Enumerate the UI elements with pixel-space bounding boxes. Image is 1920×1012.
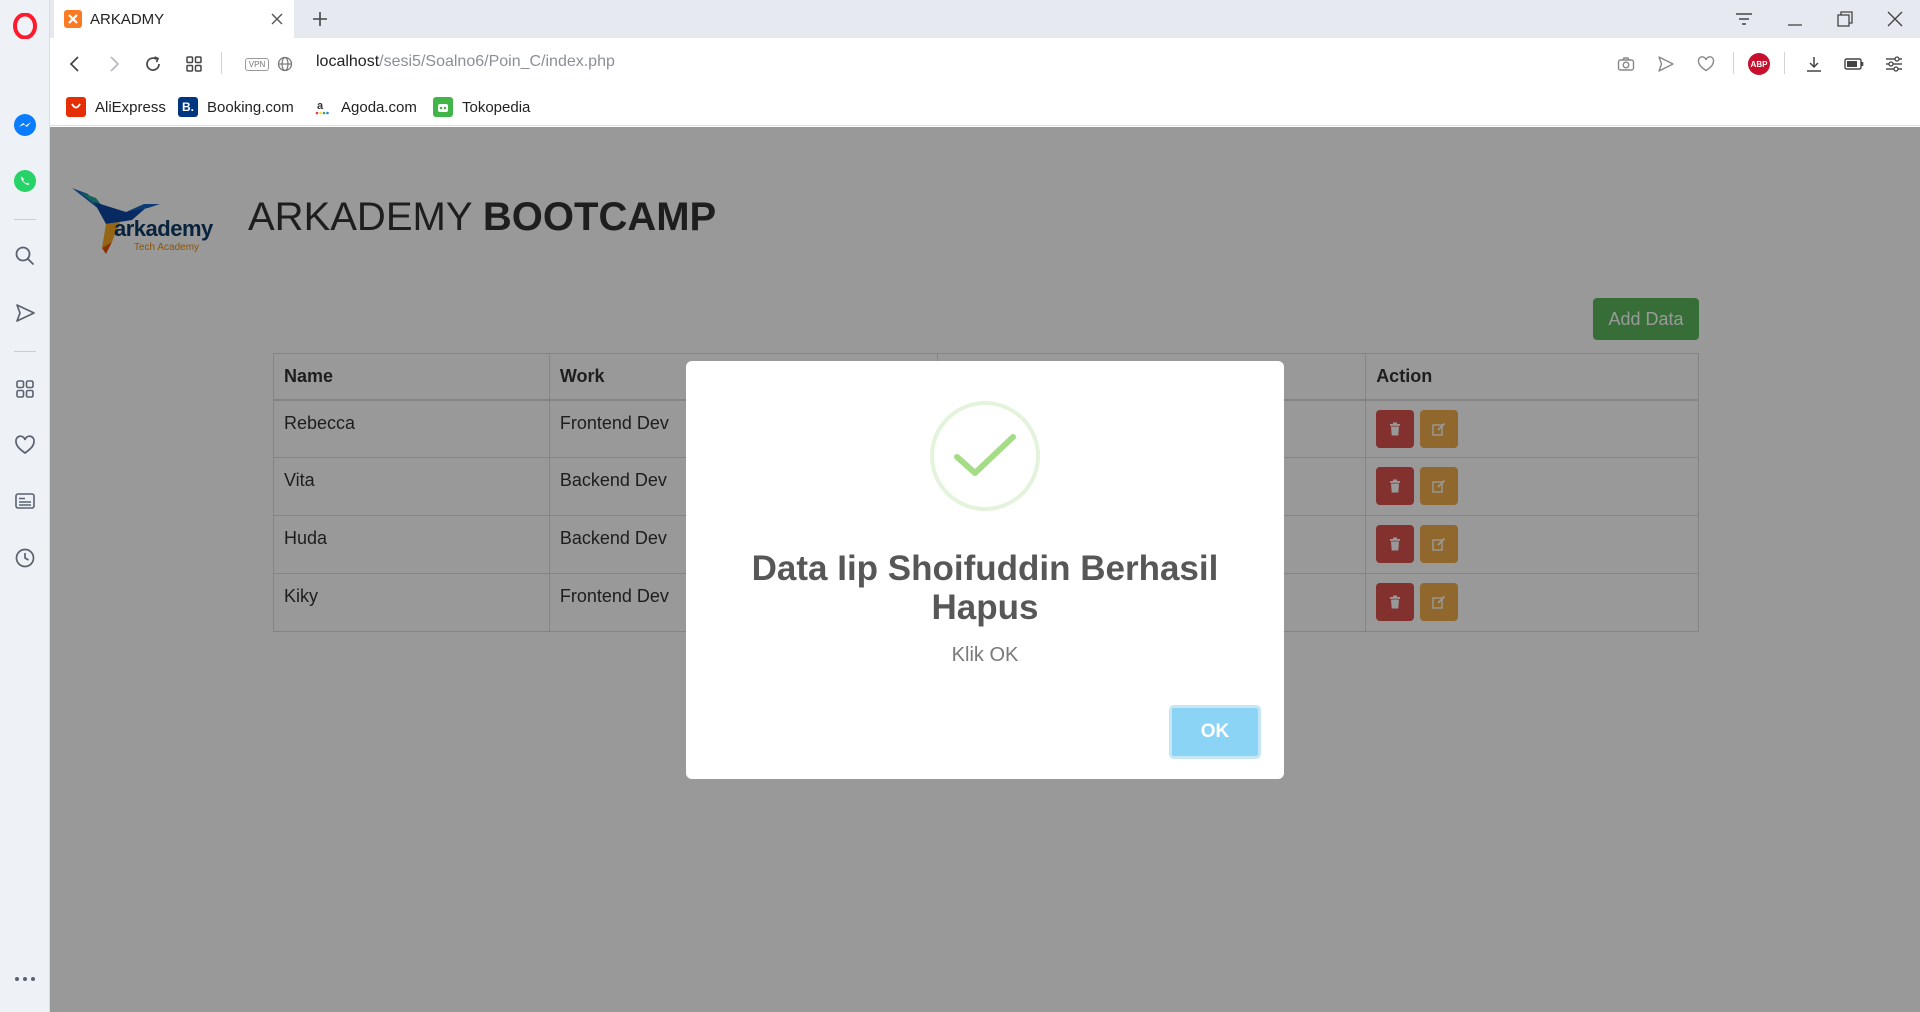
back-icon[interactable]	[60, 49, 90, 79]
send-to-flow-icon[interactable]	[1651, 49, 1681, 79]
tabs-grid-icon[interactable]	[179, 49, 209, 79]
bookmark-label: Agoda.com	[341, 98, 417, 116]
bookmark-label: Booking.com	[207, 98, 294, 116]
battery-saver-icon[interactable]	[1839, 49, 1869, 79]
bookmark-agoda[interactable]: a Agoda.com	[312, 95, 417, 119]
bookmark-label: AliExpress	[95, 98, 166, 116]
heart-icon[interactable]	[11, 431, 39, 459]
url-host: localhost	[316, 53, 380, 70]
address-bar: VPN localhost/sesi5/Soalno6/Poin_C/index…	[50, 38, 1920, 88]
success-dialog: Data Iip Shoifuddin Berhasil Hapus Klik …	[686, 361, 1284, 779]
tab-menu-icon[interactable]	[1722, 4, 1766, 34]
forward-icon[interactable]	[99, 49, 129, 79]
bookmark-tokopedia[interactable]: Tokopedia	[433, 95, 530, 119]
svg-text:a: a	[317, 100, 324, 112]
tab-close-icon[interactable]	[264, 6, 290, 32]
tokopedia-icon	[433, 97, 453, 117]
search-icon[interactable]	[11, 242, 39, 270]
browser-sidebar	[0, 0, 50, 1012]
address-divider	[221, 52, 222, 74]
speed-dial-icon[interactable]	[11, 375, 39, 403]
minimize-icon[interactable]	[1773, 4, 1817, 34]
abp-label: ABP	[1748, 53, 1770, 75]
bookmarks-bar: AliExpress B. Booking.com a Agoda.com To…	[50, 88, 1920, 126]
success-check-icon	[930, 401, 1040, 511]
xampp-favicon-icon	[64, 10, 82, 28]
close-window-icon[interactable]	[1873, 4, 1917, 34]
sidebar-divider	[14, 219, 36, 220]
aliexpress-icon	[66, 97, 86, 117]
more-icon[interactable]	[11, 965, 39, 993]
download-icon[interactable]	[1799, 49, 1829, 79]
reload-icon[interactable]	[138, 49, 168, 79]
news-icon[interactable]	[11, 487, 39, 515]
tab-arkadmy[interactable]: ARKADMY	[54, 0, 294, 38]
bookmark-heart-icon[interactable]	[1691, 49, 1721, 79]
snapshot-camera-icon[interactable]	[1611, 49, 1641, 79]
dialog-title: Data Iip Shoifuddin Berhasil Hapus	[751, 549, 1219, 627]
toolbar-divider	[1784, 52, 1785, 74]
bookmark-aliexpress[interactable]: AliExpress	[66, 95, 166, 119]
new-tab-icon[interactable]	[306, 5, 334, 33]
tab-title: ARKADMY	[90, 10, 165, 28]
url-field[interactable]: localhost/sesi5/Soalno6/Poin_C/index.php	[316, 53, 615, 71]
whatsapp-icon[interactable]	[11, 167, 39, 195]
url-path: /sesi5/Soalno6/Poin_C/index.php	[379, 53, 615, 70]
bookmark-label: Tokopedia	[462, 98, 531, 116]
booking-icon: B.	[178, 97, 198, 117]
agoda-icon: a	[312, 97, 332, 117]
opera-logo-icon[interactable]	[11, 12, 39, 40]
easy-setup-icon[interactable]	[1879, 49, 1909, 79]
restore-icon[interactable]	[1823, 4, 1867, 34]
messenger-icon[interactable]	[11, 111, 39, 139]
ok-button[interactable]: OK	[1169, 705, 1261, 759]
bookmark-booking[interactable]: B. Booking.com	[178, 95, 294, 119]
vpn-label: VPN	[244, 57, 270, 71]
toolbar-divider	[1733, 52, 1734, 74]
adblock-plus-icon[interactable]: ABP	[1744, 49, 1774, 79]
send-icon[interactable]	[11, 299, 39, 327]
dialog-text: Klik OK	[951, 644, 1019, 666]
sidebar-divider	[14, 351, 36, 352]
history-icon[interactable]	[11, 544, 39, 572]
vpn-icon[interactable]: VPN	[242, 49, 272, 79]
site-info-globe-icon[interactable]	[270, 49, 300, 79]
tab-bar: ARKADMY	[50, 0, 1920, 38]
